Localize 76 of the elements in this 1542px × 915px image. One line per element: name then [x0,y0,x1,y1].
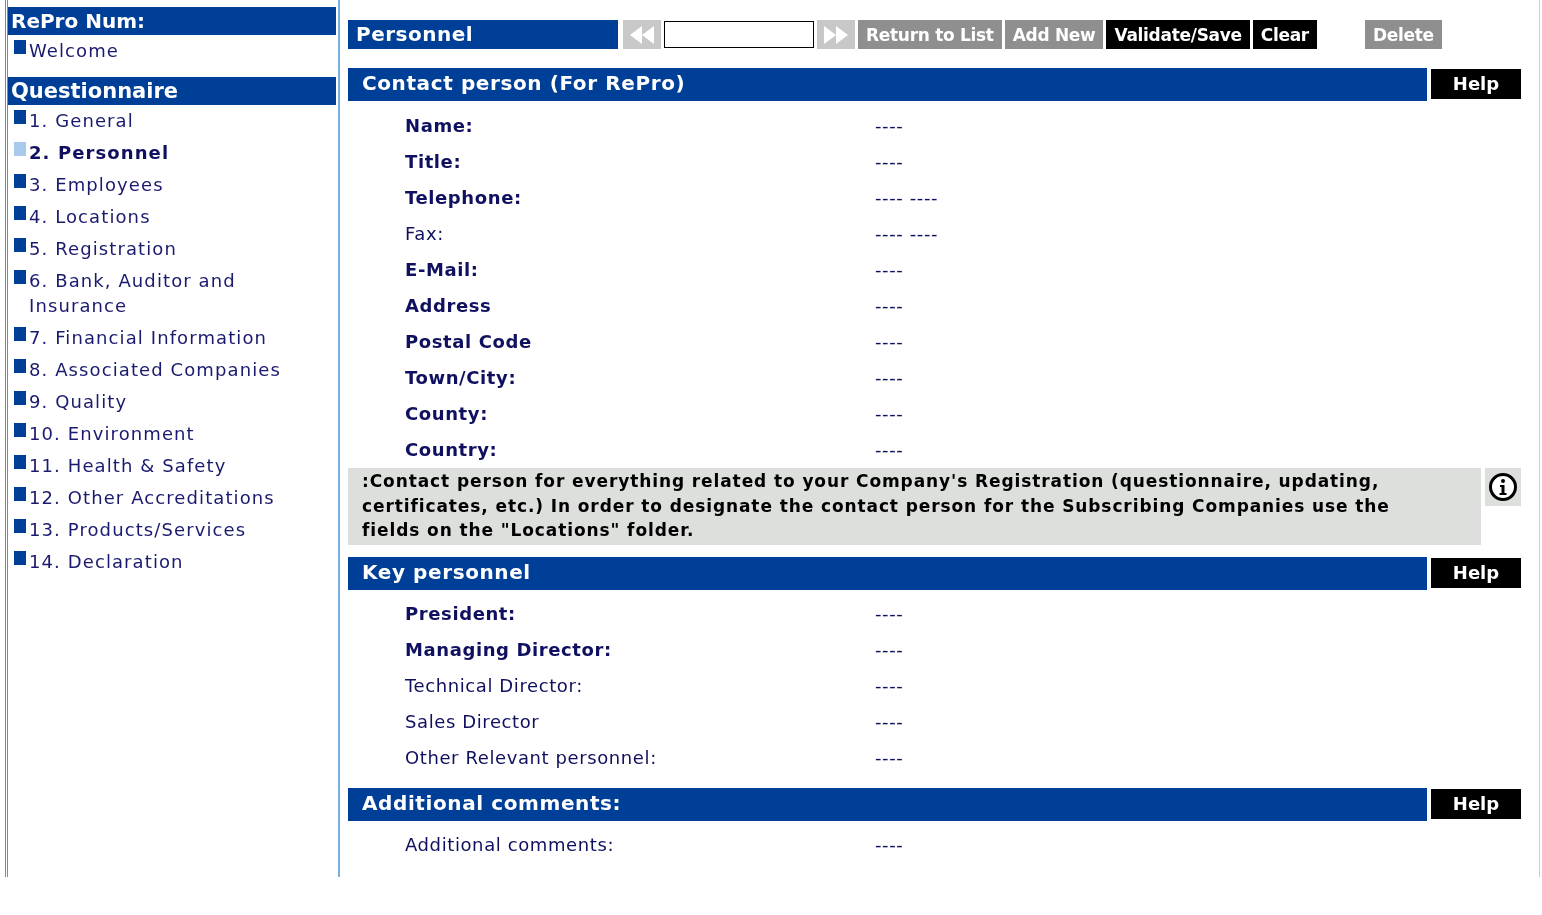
toolbar-button[interactable]: Clear [1252,20,1317,49]
square-icon [14,327,26,341]
square-icon [14,174,26,188]
nav-item[interactable]: 13. Products/Services [29,517,314,542]
nav-item[interactable]: 8. Associated Companies [29,357,314,382]
field-value: ---- [875,438,904,460]
field-label: Title: [404,150,463,172]
field-label: Additional comments: [404,834,616,855]
nav-item[interactable]: 1. General [29,108,314,133]
sidebar-section-title: Questionnaire [8,77,336,105]
field-label: Town/City: [404,366,518,388]
field-value: ---- [875,402,904,424]
square-icon [14,40,26,54]
square-icon [14,110,26,124]
section-header: Additional comments: [348,787,1427,821]
field-value: ---- [875,294,904,316]
field-value: ---- [875,330,904,352]
field-value: ---- ---- [875,186,939,208]
page-title: Personnel [348,20,618,49]
section-header: Key personnel [348,556,1427,590]
field-value: ---- ---- [875,222,939,244]
field-label: Other Relevant personnel: [404,747,658,768]
field-value: ---- [875,834,904,855]
help-button[interactable]: Help [1431,69,1521,99]
square-icon [14,206,26,220]
field-value: ---- [875,114,904,136]
info-note: :Contact person for everything related to your Company's Registration (questionnaire, updating, certificates, etc.) In order to designate the contact person for the Subscribing Companies use the fields on the "Locations" folder. [348,468,1481,545]
nav-item[interactable]: 2. Personnel [29,140,314,165]
square-icon [14,238,26,252]
square-icon [14,487,26,501]
field-label: Postal Code [404,330,533,352]
field-label: Address [404,294,493,316]
nav-item[interactable]: Welcome [29,38,314,63]
nav-item[interactable]: 3. Employees [29,172,314,197]
square-icon [14,423,26,437]
field-label: Managing Director: [404,639,613,660]
square-icon [14,359,26,373]
nav-item[interactable]: 9. Quality [29,389,314,414]
field-value: ---- [875,747,904,768]
sidebar-header: RePro Num: [8,7,336,35]
square-icon [14,270,26,284]
nav-item[interactable]: 14. Declaration [29,549,314,574]
field-value: ---- [875,711,904,732]
square-icon [14,142,26,156]
nav-item[interactable]: 4. Locations [29,204,314,229]
nav-item[interactable]: 10. Environment [29,421,314,446]
field-label: Country: [404,438,499,460]
nav-item[interactable]: 7. Financial Information [29,325,314,350]
field-value: ---- [875,639,904,660]
help-button[interactable]: Help [1431,788,1521,819]
field-label: Technical Director: [404,675,584,696]
field-value: ---- [875,258,904,280]
field-label: County: [404,402,489,424]
square-icon [14,391,26,405]
help-button[interactable]: Help [1431,557,1521,588]
nav-item[interactable]: 5. Registration [29,236,314,261]
info-icon[interactable] [1488,472,1518,502]
section-header: Contact person (For RePro) [348,68,1427,101]
nav-item[interactable]: 11. Health & Safety [29,453,314,478]
square-icon [14,455,26,469]
field-label: Sales Director [404,711,541,732]
record-field[interactable] [664,21,814,48]
field-value: ---- [875,366,904,388]
toolbar-button[interactable]: Validate/Save [1106,20,1250,49]
field-label: Fax: [404,222,445,244]
field-label: Name: [404,114,475,136]
field-label: Telephone: [404,186,523,208]
nav-item[interactable]: 6. Bank, Auditor and Insurance [29,268,314,318]
field-value: ---- [875,603,904,624]
field-label: President: [404,603,517,624]
square-icon [14,551,26,565]
square-icon [14,519,26,533]
field-value: ---- [875,150,904,172]
nav-item[interactable]: 12. Other Accreditations [29,485,314,510]
field-value: ---- [875,675,904,696]
field-label: E-Mail: [404,258,480,280]
